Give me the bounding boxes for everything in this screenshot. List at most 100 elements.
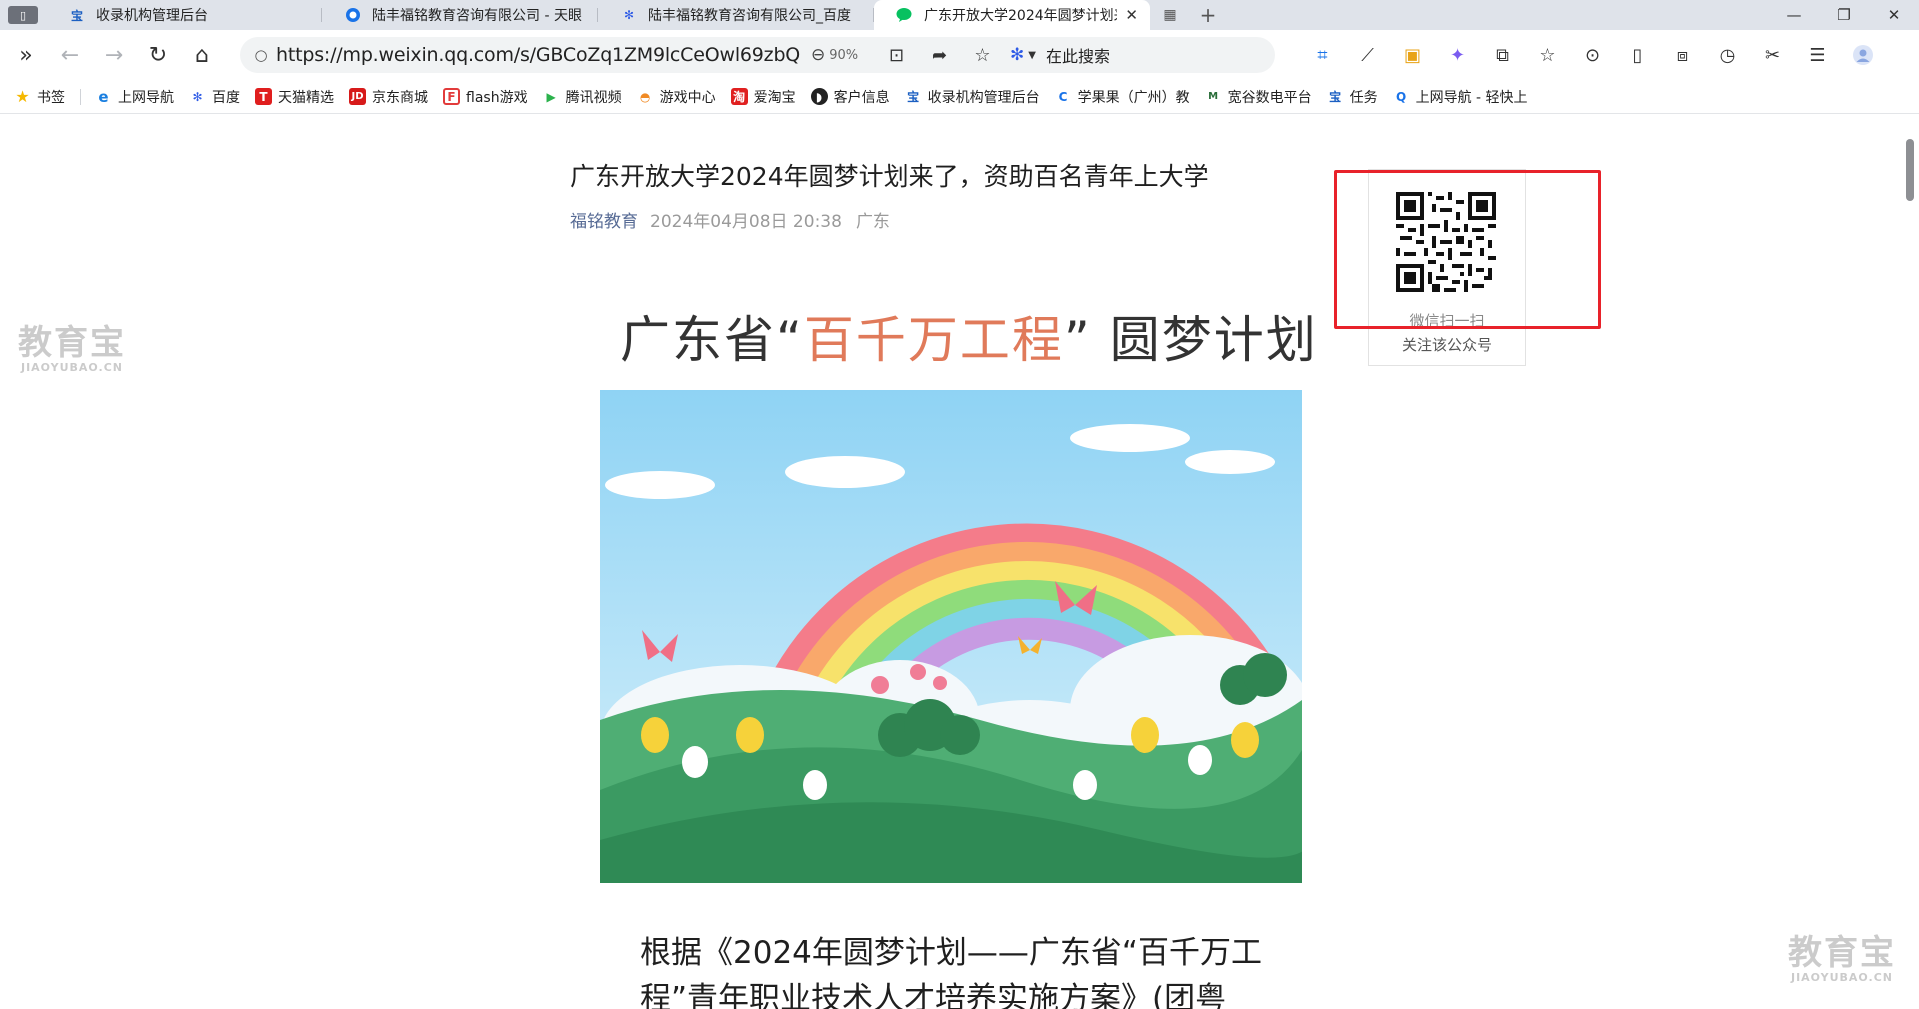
rainbow-illustration — [600, 390, 1302, 883]
stock-icon[interactable]: ⟋ — [1345, 35, 1390, 75]
bao-logo-icon: 宝 — [907, 90, 920, 104]
cut-icon[interactable]: ✂ — [1750, 35, 1795, 75]
baidu-paw-icon[interactable]: ✻ — [1010, 45, 1024, 65]
download-icon[interactable]: ⊙ — [1570, 35, 1615, 75]
close-window-button[interactable]: ✕ — [1869, 0, 1919, 30]
watermark-subtext: JIAOYUBAO.CN — [20, 361, 124, 374]
bookmark-folder[interactable]: ★ 书签 — [14, 87, 65, 107]
bookmark-star-icon[interactable]: ☆ — [1525, 35, 1570, 75]
xueguoguo-icon: C — [1058, 89, 1068, 104]
author-link[interactable]: 福铭教育 — [570, 207, 638, 232]
tab-corner[interactable]: ▯ — [0, 0, 46, 30]
bookmark-label: 游戏中心 — [659, 89, 716, 106]
bookmark-item[interactable]: ✻ 百度 — [189, 87, 240, 107]
sidebar-toggle-icon[interactable]: ▯ — [8, 6, 38, 24]
bookmark-label: 学果果（广州）教 — [1077, 89, 1190, 106]
avatar[interactable] — [1840, 35, 1885, 75]
ie-icon: e — [98, 87, 109, 106]
article-meta: 福铭教育 2024年04月08日 20:38 广东 — [570, 207, 890, 232]
bookmark-item[interactable]: M 宽谷数电平台 — [1205, 87, 1312, 107]
bookmark-label: 腾讯视频 — [565, 89, 622, 106]
divider — [80, 88, 81, 105]
bookmark-item[interactable]: JD 京东商城 — [349, 87, 428, 107]
url-text[interactable]: https://mp.weixin.qq.com/s/GBCoZq1ZM9lcC… — [276, 44, 811, 66]
restore-button[interactable]: ❐ — [1819, 0, 1869, 30]
bookmark-item[interactable]: Q 上网导航 - 轻快上 — [1393, 87, 1528, 107]
bookmark-label: 任务 — [1349, 89, 1378, 106]
minimize-button[interactable]: — — [1769, 0, 1819, 30]
red-highlight-box — [1334, 170, 1601, 329]
game-center-icon: ◓ — [639, 89, 651, 104]
bookmark-item[interactable]: T 天猫精选 — [255, 87, 334, 107]
hero-heading-highlight: 百千万工程 — [803, 311, 1064, 369]
watermark-text: 教育宝 — [1788, 933, 1896, 973]
search-engine-box[interactable]: ✻ ▼ 在此搜索 — [1010, 43, 1110, 67]
wechat-icon — [896, 6, 914, 24]
bookmark-item[interactable]: ▶ 腾讯视频 — [543, 87, 622, 107]
article-title: 广东开放大学2024年圆梦计划来了，资助百名青年上大学 — [570, 162, 1209, 191]
bookmarks-bar: ★ 书签 e 上网导航 ✻ 百度 T 天猫精选 JD 京东商城 F flash游… — [0, 80, 1919, 114]
chevron-down-icon[interactable]: ▼ — [1028, 50, 1036, 61]
screenshot-icon[interactable]: ⧈ — [1660, 35, 1705, 75]
bookmark-item[interactable]: 淘 爱淘宝 — [730, 87, 796, 107]
tab-title: 广东开放大学2024年圆梦计划来了 — [924, 8, 1117, 24]
history-icon[interactable]: ◷ — [1705, 35, 1750, 75]
bookmark-label: flash游戏 — [466, 89, 528, 106]
bookmark-item[interactable]: C 学果果（广州）教 — [1055, 87, 1190, 107]
folder-icon[interactable]: ▣ — [1390, 35, 1435, 75]
navigation-bar: » ← → ↻ ⌂ ○ https://mp.weixin.qq.com/s/G… — [0, 30, 1919, 80]
watermark-text: 教育宝 — [18, 323, 126, 363]
bao-logo-icon: 宝 — [70, 8, 83, 23]
zoom-indicator[interactable]: ⊖ 90% — [811, 45, 875, 65]
scrollbar-thumb[interactable] — [1906, 139, 1914, 201]
forward-button[interactable]: → — [92, 35, 136, 75]
bookmark-label: 上网导航 — [118, 89, 174, 106]
kuangu-icon: M — [1208, 91, 1219, 102]
bookmark-item[interactable]: 宝 收录机构管理后台 — [905, 87, 1040, 107]
publish-date: 2024年04月08日 20:38 — [650, 212, 842, 232]
baidu-paw-icon: ✻ — [623, 8, 635, 22]
address-bar[interactable]: ○ https://mp.weixin.qq.com/s/GBCoZq1ZM9l… — [240, 37, 1275, 73]
publish-location: 广东 — [855, 212, 890, 232]
reader-mode-icon[interactable]: ⊡ — [875, 45, 918, 66]
tab-tianyancha[interactable]: 陆丰福铭教育咨询有限公司 - 天眼 — [322, 0, 598, 30]
bookmark-item[interactable]: ◗ 客户信息 — [810, 87, 890, 107]
body-line: 程”青年职业技术人才培养实施方案》(团粤 — [640, 981, 1227, 1009]
tab-wechat-article[interactable]: 广东开放大学2024年圆梦计划来了 ✕ — [874, 0, 1150, 30]
tab-baidu[interactable]: ✻ 陆丰福铭教育咨询有限公司_百度 — [598, 0, 874, 30]
ai-sparkle-icon[interactable]: ✦ — [1435, 35, 1480, 75]
article-body: 根据《2024年圆梦计划——广东省“百千万工 程”青年职业技术人才培养实施方案》… — [640, 930, 1280, 1009]
reload-button[interactable]: ↻ — [136, 35, 180, 75]
page-content: 广东开放大学2024年圆梦计划来了，资助百名青年上大学 福铭教育 2024年04… — [0, 115, 1919, 1009]
home-button[interactable]: ⌂ — [180, 35, 224, 75]
client-info-icon: ◗ — [810, 88, 828, 105]
extensions-icon[interactable]: ⧉ — [1480, 35, 1525, 75]
bookmark-item[interactable]: 宝 任务 — [1327, 87, 1378, 107]
qr-caption-follow: 关注该公众号 — [1401, 336, 1492, 354]
new-tab-button[interactable]: + — [1190, 0, 1226, 30]
bookmark-item[interactable]: F flash游戏 — [443, 87, 528, 107]
jd-icon: JD — [349, 88, 366, 105]
bookmark-label: 京东商城 — [372, 89, 428, 106]
bookmark-item[interactable]: e 上网导航 — [95, 87, 174, 107]
tab-strip: ▯ 宝 收录机构管理后台 陆丰福铭教育咨询有限公司 - 天眼 ✻ 陆丰福铭教育咨… — [0, 0, 1919, 30]
favorite-icon[interactable]: ☆ — [961, 45, 1004, 66]
bookmark-item[interactable]: ◓ 游戏中心 — [637, 87, 716, 107]
tab-groups-icon[interactable]: ▦ — [1150, 0, 1190, 30]
share-icon[interactable]: ➦ — [918, 45, 961, 66]
zoom-out-icon: ⊖ — [811, 45, 826, 65]
bookmark-label: 百度 — [212, 89, 240, 106]
tianyancha-icon — [344, 6, 362, 24]
phone-icon[interactable]: ▯ — [1615, 35, 1660, 75]
tab-institution-admin[interactable]: 宝 收录机构管理后台 — [46, 0, 322, 30]
zoom-level: 90% — [829, 47, 859, 63]
translate-icon[interactable]: ⌗ — [1300, 35, 1345, 75]
taobao-icon: 淘 — [730, 88, 748, 105]
sidebar-expand-icon[interactable]: » — [4, 35, 48, 75]
tab-title: 陆丰福铭教育咨询有限公司_百度 — [648, 8, 851, 24]
bookmark-label: 宽谷数电平台 — [1227, 89, 1312, 106]
menu-icon[interactable]: ☰ — [1795, 35, 1840, 75]
back-button[interactable]: ← — [48, 35, 92, 75]
search-placeholder[interactable]: 在此搜索 — [1046, 43, 1110, 67]
close-tab-icon[interactable]: ✕ — [1125, 6, 1138, 24]
